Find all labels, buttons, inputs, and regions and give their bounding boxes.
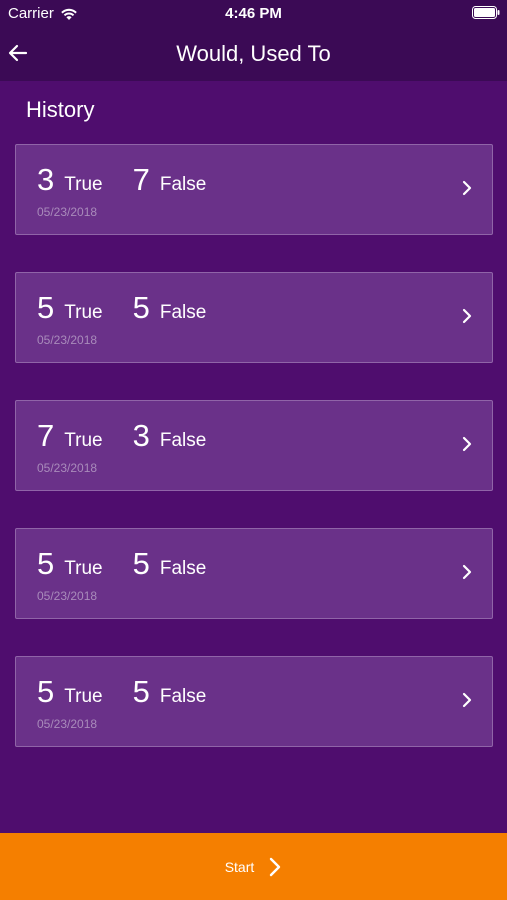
false-count: 5 [132,546,150,581]
false-count: 7 [132,162,150,197]
true-count: 5 [37,674,55,709]
history-date: 05/23/2018 [37,461,98,475]
history-heading: History [26,97,95,122]
true-label: True [64,430,103,451]
true-label: True [64,558,103,579]
history-date: 05/23/2018 [37,717,98,731]
chevron-right-icon [462,436,472,452]
true-count: 5 [37,290,55,325]
score-row: 5 True 5 False [37,290,206,326]
history-item[interactable]: 5 True 5 False 05/23/2018 [15,656,493,747]
true-label: True [64,174,103,195]
status-time: 4:46 PM [225,5,282,22]
false-label: False [159,302,207,323]
false-label: False [159,686,207,707]
history-item[interactable]: 5 True 5 False 05/23/2018 [15,272,493,363]
history-date: 05/23/2018 [37,589,98,603]
start-label: Start [224,858,255,875]
start-button[interactable]: Start [0,833,507,900]
false-count: 3 [132,418,150,453]
chevron-right-icon [462,564,472,580]
history-item[interactable]: 5 True 5 False 05/23/2018 [15,528,493,619]
score-row: 3 True 7 False [37,162,206,198]
history-list: 3 True 7 False 05/23/2018 5 True 5 False… [15,144,493,784]
false-count: 5 [132,290,150,325]
score-row: 5 True 5 False [37,674,206,710]
true-label: True [64,686,103,707]
history-date: 05/23/2018 [37,205,98,219]
score-row: 5 True 5 False [37,546,206,582]
history-date: 05/23/2018 [37,333,98,347]
battery-icon [472,6,500,19]
chevron-right-icon [462,180,472,196]
chevron-right-icon [462,692,472,708]
false-label: False [159,558,207,579]
false-label: False [159,174,207,195]
score-row: 7 True 3 False [37,418,206,454]
history-item[interactable]: 3 True 7 False 05/23/2018 [15,144,493,235]
chevron-right-icon [270,857,281,876]
false-count: 5 [132,674,150,709]
chevron-right-icon [462,308,472,324]
true-count: 7 [37,418,55,453]
page-title: Would, Used To [176,41,331,66]
true-count: 3 [37,162,55,197]
true-count: 5 [37,546,55,581]
nav-bar: Would, Used To [0,28,507,81]
true-label: True [64,302,103,323]
status-bar: Carrier 4:46 PM [0,0,507,28]
history-item[interactable]: 7 True 3 False 05/23/2018 [15,400,493,491]
top-bar: Carrier 4:46 PM Would, Used To [0,0,507,81]
false-label: False [159,430,207,451]
